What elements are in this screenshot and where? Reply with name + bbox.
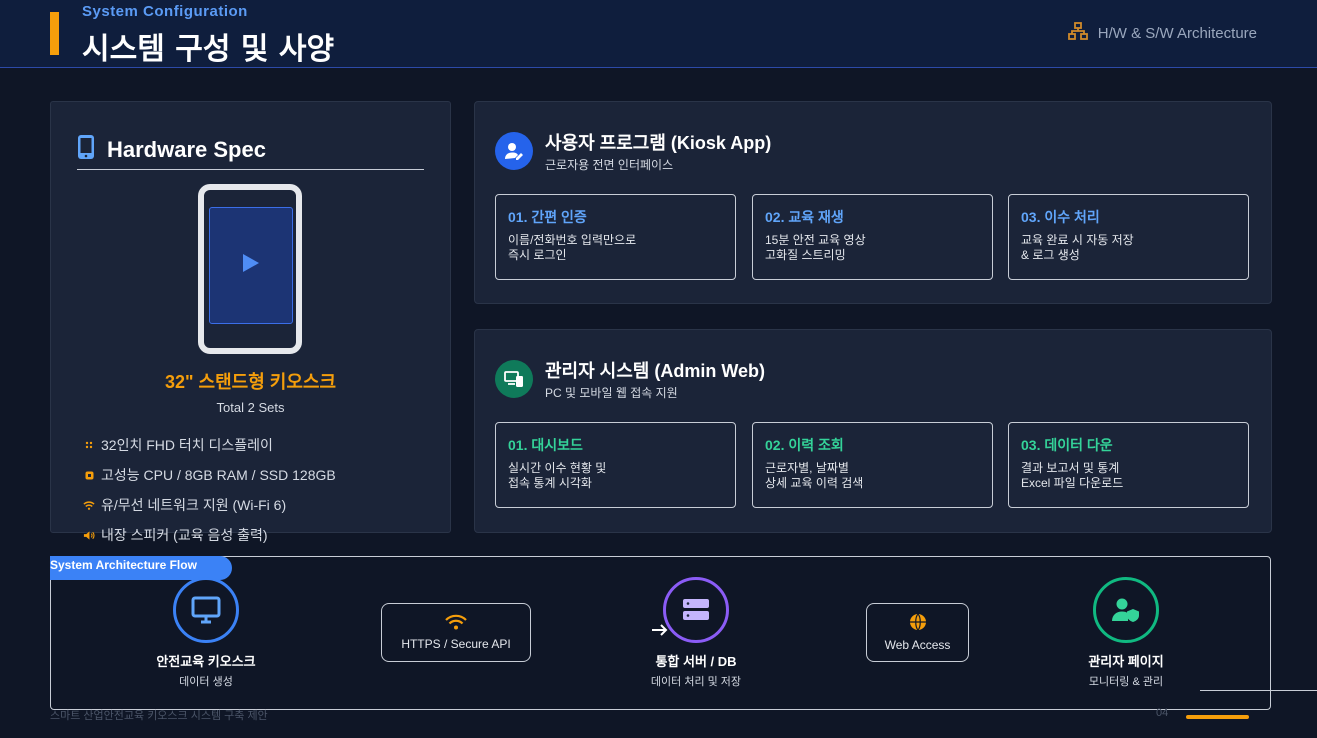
link-web-access: Web Access bbox=[866, 603, 969, 662]
spec-text: 고성능 CPU / 8GB RAM / SSD 128GB bbox=[101, 467, 336, 483]
header-accent-bar bbox=[50, 12, 59, 55]
kiosk-illustration bbox=[198, 184, 302, 354]
display-dots-icon bbox=[83, 439, 95, 451]
footer-accent-bar bbox=[1186, 715, 1249, 719]
feature-card: 02. 교육 재생 15분 안전 교육 영상 고화질 스트리밍 bbox=[752, 194, 993, 280]
spec-item: 유/무선 네트워크 지원 (Wi-Fi 6) bbox=[83, 490, 336, 520]
globe-icon bbox=[909, 613, 927, 634]
server-icon bbox=[663, 577, 729, 643]
feature-card-desc: 근로자별, 날짜별 상세 교육 이력 검색 bbox=[765, 461, 864, 490]
kiosk-app-title: 사용자 프로그램 (Kiosk App) bbox=[545, 133, 772, 153]
link-https: HTTPS / Secure API bbox=[381, 603, 531, 662]
feature-card: 01. 간편 인증 이름/전화번호 입력만으로 즉시 로그인 bbox=[495, 194, 736, 280]
spec-list: 32인치 FHD 터치 디스플레이 고성능 CPU / 8GB RAM / SS… bbox=[83, 430, 336, 550]
feature-card-desc: 이름/전화번호 입력만으로 즉시 로그인 bbox=[508, 233, 637, 262]
feature-card-title: 02. 교육 재생 bbox=[765, 209, 844, 225]
feature-card-title: 01. 간편 인증 bbox=[508, 209, 587, 225]
feature-card: 03. 데이터 다운 결과 보고서 및 통계 Excel 파일 다운로드 bbox=[1008, 422, 1249, 508]
flow-node-title: 통합 서버 / DB bbox=[655, 654, 737, 669]
flow-node-sub: 데이터 생성 bbox=[179, 676, 233, 688]
flow-node-sub: 데이터 처리 및 저장 bbox=[650, 676, 742, 688]
feature-card: 02. 이력 조회 근로자별, 날짜별 상세 교육 이력 검색 bbox=[752, 422, 993, 508]
flow-node-title: 안전교육 키오스크 bbox=[156, 654, 256, 669]
architecture-flow: System Architecture Flow 안전교육 키오스크 데이터 생… bbox=[50, 556, 1271, 710]
slide-header: System Configuration 시스템 구성 및 사양 H/W & S… bbox=[0, 0, 1317, 68]
feature-card-desc: 교육 완료 시 자동 저장 & 로그 생성 bbox=[1021, 233, 1134, 262]
flow-node-title: 관리자 페이지 bbox=[1088, 654, 1164, 669]
user-shield-icon bbox=[1093, 577, 1159, 643]
monitor-icon bbox=[173, 577, 239, 643]
kiosk-app-section: 사용자 프로그램 (Kiosk App) 근로자용 전면 인터페이스 01. 간… bbox=[474, 101, 1272, 304]
user-edit-icon bbox=[495, 132, 533, 170]
feature-card-title: 02. 이력 조회 bbox=[765, 437, 844, 453]
admin-web-desc: PC 및 모바일 웹 접속 지원 bbox=[545, 386, 678, 400]
feature-card-desc: 실시간 이수 현황 및 접속 통계 시각화 bbox=[508, 461, 607, 490]
link-label: HTTPS / Secure API bbox=[401, 637, 511, 651]
feature-card-title: 03. 데이터 다운 bbox=[1021, 437, 1113, 453]
kiosk-app-desc: 근로자용 전면 인터페이스 bbox=[545, 158, 674, 172]
speaker-icon bbox=[83, 529, 95, 541]
flow-node-sub: 모니터링 & 관리 bbox=[1088, 676, 1164, 688]
header-subtitle: System Configuration bbox=[82, 3, 248, 20]
admin-web-title: 관리자 시스템 (Admin Web) bbox=[545, 361, 766, 381]
flow-node-kiosk: 안전교육 키오스크 데이터 생성 bbox=[116, 651, 296, 689]
page-title: 시스템 구성 및 사양 bbox=[82, 32, 335, 67]
hardware-heading: Hardware Spec bbox=[77, 130, 424, 170]
product-name: 32" 스탠드형 키오스크 bbox=[164, 372, 337, 392]
spec-text: 32인치 FHD 터치 디스플레이 bbox=[101, 437, 273, 453]
footer-title: 스마트 산업안전교육 키오스크 시스템 구축 제안 bbox=[50, 710, 268, 722]
spec-item: 고성능 CPU / 8GB RAM / SSD 128GB bbox=[83, 460, 336, 490]
header-right-text: H/W & S/W Architecture bbox=[1097, 24, 1257, 42]
play-icon bbox=[242, 253, 260, 278]
feature-card: 01. 대시보드 실시간 이수 현황 및 접속 통계 시각화 bbox=[495, 422, 736, 508]
spec-text: 내장 스피커 (교육 음성 출력) bbox=[101, 527, 268, 543]
wifi-icon bbox=[83, 499, 95, 511]
feature-card: 03. 이수 처리 교육 완료 시 자동 저장 & 로그 생성 bbox=[1008, 194, 1249, 280]
header-right-label: H/W & S/W Architecture bbox=[1067, 22, 1257, 44]
spec-item: 내장 스피커 (교육 음성 출력) bbox=[83, 520, 336, 550]
spec-text: 유/무선 네트워크 지원 (Wi-Fi 6) bbox=[101, 497, 287, 513]
feature-card-title: 03. 이수 처리 bbox=[1021, 209, 1100, 225]
feature-card-title: 01. 대시보드 bbox=[508, 437, 583, 453]
feature-card-desc: 15분 안전 교육 영상 고화질 스트리밍 bbox=[765, 233, 866, 262]
tablet-icon bbox=[77, 134, 95, 165]
footer-divider bbox=[1200, 690, 1317, 691]
page-number: 04 bbox=[1156, 707, 1169, 719]
wifi-icon bbox=[445, 614, 467, 633]
arrow-right-icon bbox=[651, 623, 669, 642]
flow-node-server: 통합 서버 / DB 데이터 처리 및 저장 bbox=[606, 651, 786, 689]
feature-card-desc: 결과 보고서 및 통계 Excel 파일 다운로드 bbox=[1021, 461, 1124, 490]
flow-node-admin: 관리자 페이지 모니터링 & 관리 bbox=[1036, 651, 1216, 689]
kiosk-screen bbox=[209, 207, 293, 324]
link-label: Web Access bbox=[884, 638, 951, 652]
spec-item: 32인치 FHD 터치 디스플레이 bbox=[83, 430, 336, 460]
network-icon bbox=[1067, 22, 1088, 44]
admin-web-section: 관리자 시스템 (Admin Web) PC 및 모바일 웹 접속 지원 01.… bbox=[474, 329, 1272, 533]
devices-icon bbox=[495, 360, 533, 398]
hardware-spec-panel: Hardware Spec 32" 스탠드형 키오스크 Total 2 Sets… bbox=[50, 101, 451, 543]
chip-icon bbox=[83, 469, 95, 481]
product-sets: Total 2 Sets bbox=[216, 400, 285, 415]
hardware-heading-text: Hardware Spec bbox=[107, 136, 266, 162]
